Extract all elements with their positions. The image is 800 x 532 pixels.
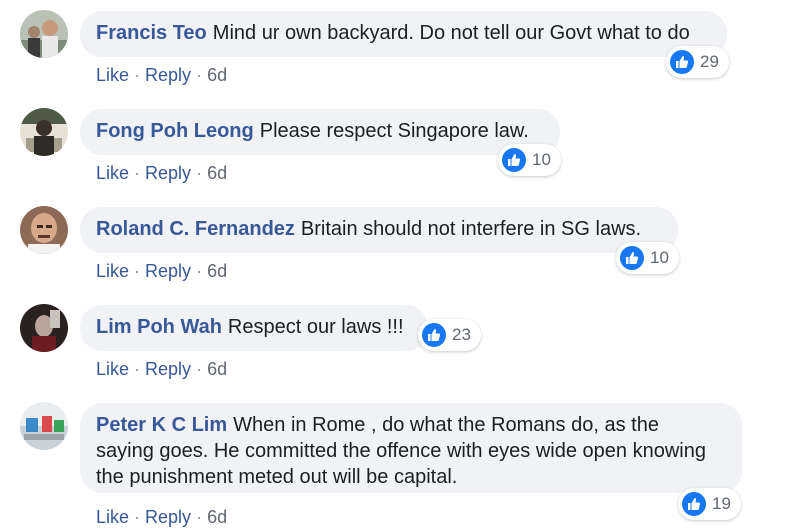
separator: · (134, 261, 141, 281)
comment-actions: Like · Reply · 6d (96, 358, 227, 380)
like-link[interactable]: Like (96, 163, 129, 183)
avatar[interactable] (20, 402, 68, 450)
thumbs-up-icon (670, 50, 694, 74)
avatar[interactable] (20, 10, 68, 58)
like-link[interactable]: Like (96, 507, 129, 527)
comment-item: Roland C. Fernandez Britain should not in… (0, 196, 800, 294)
comment-bubble: Francis Teo Mind ur own backyard. Do not … (80, 11, 727, 57)
comment-author[interactable]: Lim Poh Wah (96, 316, 222, 338)
comment-text: Mind ur own backyard. Do not tell our Go… (212, 22, 690, 44)
reply-link[interactable]: Reply (145, 163, 191, 183)
reaction-count[interactable]: 10 (498, 144, 561, 176)
comment-text: Respect our laws !!! (227, 316, 404, 338)
avatar[interactable] (20, 304, 68, 352)
separator: · (134, 507, 141, 527)
separator: · (134, 359, 141, 379)
comment-text: Britain should not interfere in SG laws. (300, 218, 642, 240)
reaction-number: 10 (650, 248, 669, 267)
avatar[interactable] (20, 206, 68, 254)
comment-author[interactable]: Peter K C Lim (96, 414, 227, 436)
timestamp[interactable]: 6d (207, 261, 227, 281)
reaction-number: 19 (712, 494, 731, 513)
comment-author[interactable]: Roland C. Fernandez (96, 218, 295, 240)
reaction-number: 10 (532, 150, 551, 169)
like-link[interactable]: Like (96, 359, 129, 379)
comment-actions: Like · Reply · 6d (96, 260, 227, 282)
reply-link[interactable]: Reply (145, 261, 191, 281)
profile-photo-icon (20, 206, 68, 254)
reaction-number: 29 (700, 52, 719, 71)
comment-item: Lim Poh Wah Respect our laws !!! 23 Like ·… (0, 294, 800, 392)
comment-bubble: Fong Poh Leong Please respect Singapore l… (80, 109, 560, 155)
separator: · (196, 163, 203, 183)
comment-text: Please respect Singapore law. (259, 120, 529, 142)
comment-actions: Like · Reply · 6d (96, 162, 227, 184)
thumbs-up-icon (620, 246, 644, 270)
separator: · (196, 65, 203, 85)
reply-link[interactable]: Reply (145, 359, 191, 379)
profile-photo-icon (20, 10, 68, 58)
comment-bubble: Roland C. Fernandez Britain should not in… (80, 207, 678, 253)
thumbs-up-icon (682, 492, 706, 516)
timestamp[interactable]: 6d (207, 507, 227, 527)
reaction-count[interactable]: 19 (678, 488, 741, 520)
comment-item: Peter K C Lim When in Rome , do what the … (0, 392, 800, 532)
thumbs-up-icon (502, 148, 526, 172)
comment-author[interactable]: Francis Teo (96, 22, 207, 44)
reply-link[interactable]: Reply (145, 65, 191, 85)
profile-photo-icon (20, 402, 68, 450)
comment-author[interactable]: Fong Poh Leong (96, 120, 254, 142)
reaction-number: 23 (452, 325, 471, 344)
comment-item: Francis Teo Mind ur own backyard. Do not … (0, 0, 800, 98)
reaction-count[interactable]: 23 (418, 319, 481, 351)
thumbs-up-icon (422, 323, 446, 347)
comment-item: Fong Poh Leong Please respect Singapore l… (0, 98, 800, 196)
profile-photo-icon (20, 108, 68, 156)
separator: · (196, 507, 203, 527)
separator: · (134, 163, 141, 183)
avatar[interactable] (20, 108, 68, 156)
comment-bubble: Peter K C Lim When in Rome , do what the … (80, 403, 742, 493)
timestamp[interactable]: 6d (207, 65, 227, 85)
like-link[interactable]: Like (96, 65, 129, 85)
comment-actions: Like · Reply · 6d (96, 64, 227, 86)
reaction-count[interactable]: 29 (666, 46, 729, 78)
profile-photo-icon (20, 304, 68, 352)
comment-bubble: Lim Poh Wah Respect our laws !!! (80, 305, 428, 351)
separator: · (196, 261, 203, 281)
like-link[interactable]: Like (96, 261, 129, 281)
reply-link[interactable]: Reply (145, 507, 191, 527)
separator: · (134, 65, 141, 85)
separator: · (196, 359, 203, 379)
comment-actions: Like · Reply · 6d (96, 506, 227, 528)
reaction-count[interactable]: 10 (616, 242, 679, 274)
timestamp[interactable]: 6d (207, 359, 227, 379)
timestamp[interactable]: 6d (207, 163, 227, 183)
